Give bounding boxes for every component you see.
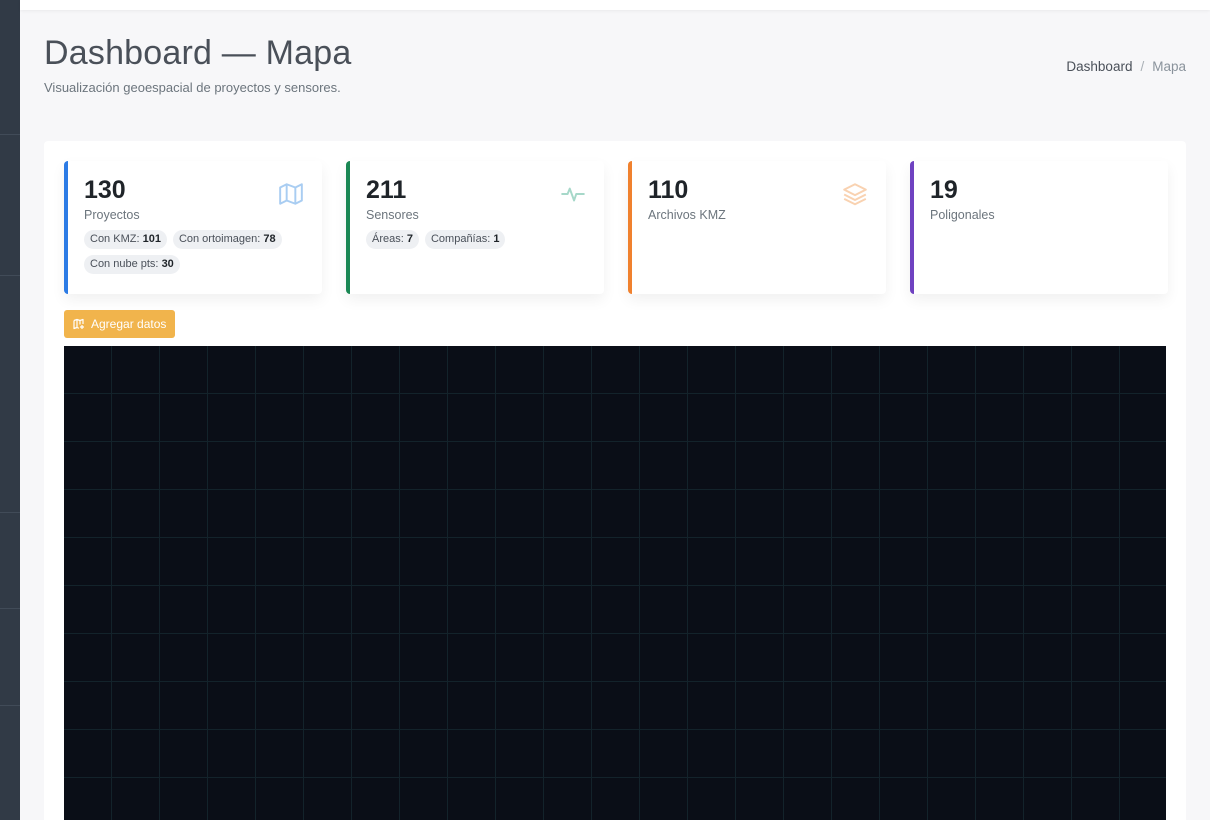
layers-icon [843,183,867,206]
page-title: Dashboard — Mapa [44,34,352,72]
stat-label: Poligonales [930,208,995,222]
stat-label: Archivos KMZ [648,208,726,222]
chip-con-kmz: Con KMZ: 101 [84,230,167,249]
sidebar-divider [0,134,20,135]
stat-chips: Con KMZ: 101 Con ortoimagen: 78 Con nube… [84,230,309,274]
chip-areas: Áreas: 7 [366,230,419,249]
stats-row: 130 Proyectos Con KMZ: 101 Con ortoimage… [64,161,1168,294]
map-canvas[interactable] [64,346,1166,820]
breadcrumb: Dashboard / Mapa [1066,59,1186,74]
breadcrumb-dashboard[interactable]: Dashboard [1066,59,1132,74]
map-card: 130 Proyectos Con KMZ: 101 Con ortoimage… [44,141,1186,820]
add-data-button[interactable]: Agregar datos [64,310,176,338]
stat-chips: Áreas: 7 Compañías: 1 [366,230,591,249]
map-icon [279,183,303,205]
activity-icon [561,187,585,202]
sidebar-divider [0,608,20,609]
breadcrumb-mapa: Mapa [1152,59,1186,74]
sidebar-divider [0,275,20,276]
breadcrumb-separator: / [1140,59,1145,74]
stat-value: 19 [930,176,958,204]
stat-card-archivos-kmz: 110 Archivos KMZ [628,161,886,294]
chip-con-nube-pts: Con nube pts: 30 [84,255,180,274]
page-header: Dashboard — Mapa Visualización geoespaci… [44,32,351,95]
add-data-label: Agregar datos [91,317,167,331]
stat-card-proyectos: 130 Proyectos Con KMZ: 101 Con ortoimage… [64,161,322,294]
stat-card-sensores: 211 Sensores Áreas: 7 Compañías: 1 [346,161,604,294]
topbar [20,0,1210,10]
sidebar-divider [0,512,20,513]
stat-label: Sensores [366,208,419,222]
sidebar [0,0,20,820]
sidebar-divider [0,705,20,706]
map-add-icon [73,318,84,330]
chip-companias: Compañías: 1 [424,230,506,249]
stat-card-poligonales: 19 Poligonales [910,161,1168,294]
chip-con-ortoimagen: Con ortoimagen: 78 [172,230,282,249]
stat-label: Proyectos [84,208,140,222]
page-subtitle: Visualización geoespacial de proyectos y… [44,80,341,95]
